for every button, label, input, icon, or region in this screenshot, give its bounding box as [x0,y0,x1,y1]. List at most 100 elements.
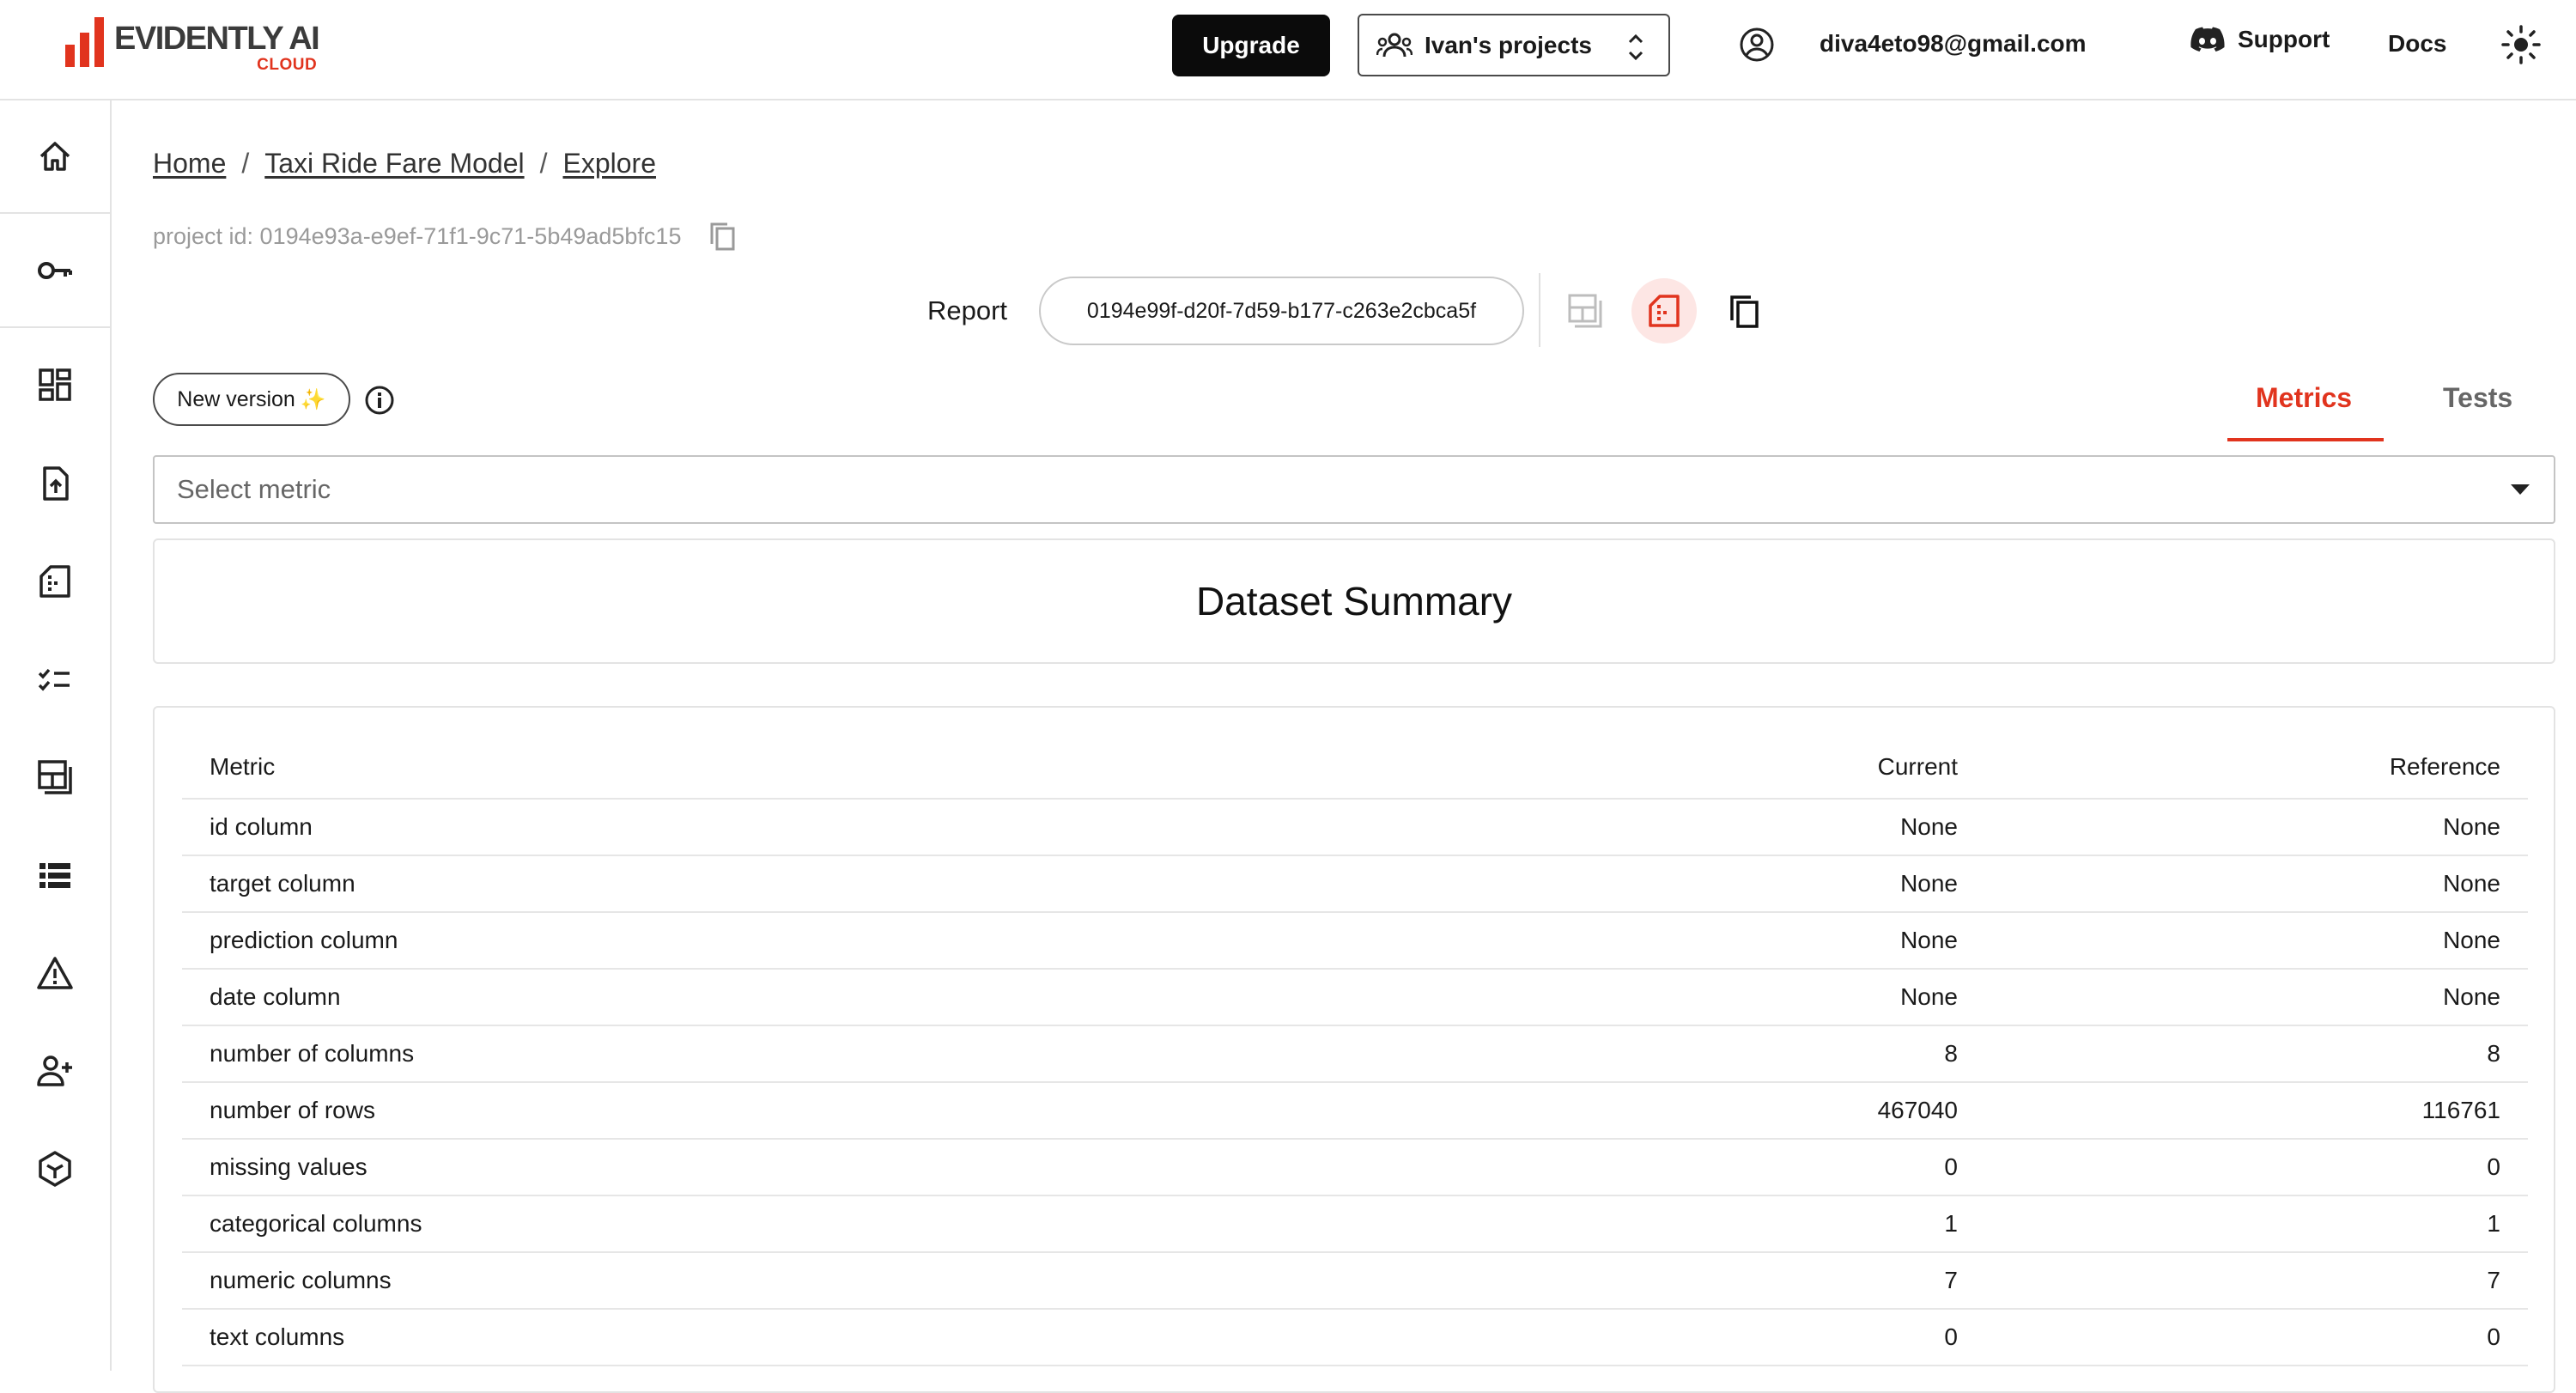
reference-cell: None [1985,969,2528,1026]
dataset-summary-title: Dataset Summary [1195,579,1513,624]
project-selector-label: Ivan's projects [1425,31,1592,58]
breadcrumb-separator: / [241,148,250,179]
dataset-summary-card: Dataset Summary [153,538,2555,664]
sidebar-item-api-keys[interactable] [0,228,110,313]
table-row: prediction column None None [182,912,2528,970]
column-header-reference: Reference [1985,735,2528,800]
reference-cell: None [1985,855,2528,913]
reference-cell: 116761 [1985,1082,2528,1140]
logo-sub: CLOUD [257,56,318,74]
table-header-row: Metric Current Reference [182,735,2528,800]
table-row: missing values 0 0 [182,1139,2528,1196]
sidebar-item-reports[interactable] [0,538,110,624]
select-metric-dropdown[interactable]: Select metric [153,455,2555,524]
current-cell: 7 [1384,1252,1985,1310]
metric-cell: numeric columns [182,1252,1384,1310]
dataset-summary-table-card: Metric Current Reference id column None … [153,706,2555,1393]
panels-icon [1568,294,1602,328]
project-selector[interactable]: Ivan's projects [1358,14,1670,76]
report-view-button[interactable] [1631,278,1697,344]
info-icon[interactable] [364,385,395,416]
tests-icon [38,668,70,691]
sidebar-item-upload[interactable] [0,441,110,526]
table-row: target column None None [182,855,2528,913]
table-row: date column None None [182,969,2528,1026]
new-version-label: New version [177,386,295,411]
report-divider [1539,273,1540,347]
account-icon[interactable] [1739,27,1775,63]
sidebar-divider [0,212,110,214]
select-metric-placeholder: Select metric [177,474,331,504]
new-version-button[interactable]: New version ✨ [153,373,350,426]
project-id: project id: 0194e93a-e9ef-71f1-9c71-5b49… [153,222,682,249]
sparkle-icon: ✨ [300,387,326,411]
table-row: number of rows 467040 116761 [182,1082,2528,1140]
current-cell: None [1384,799,1985,856]
evidently-logo[interactable]: EVIDENTLY AI CLOUD [65,15,320,76]
breadcrumb-home[interactable]: Home [153,148,226,179]
group-icon [1376,33,1413,57]
metric-cell: text columns [182,1309,1384,1366]
panels-icon [38,760,72,794]
reference-cell: 7 [1985,1252,2528,1310]
reference-cell: None [1985,799,2528,856]
support-link[interactable]: Support [2190,26,2330,53]
table-row: categorical columns 1 1 [182,1195,2528,1253]
project-id-row: project id: 0194e93a-e9ef-71f1-9c71-5b49… [153,220,739,252]
reference-cell: 1 [1985,1195,2528,1253]
tab-metrics[interactable]: Metrics [2256,382,2352,414]
metric-cell: date column [182,969,1384,1026]
dashboard-icon [39,368,71,401]
top-bar: EVIDENTLY AI CLOUD Upgrade Ivan's projec… [0,0,2576,100]
metric-cell: target column [182,855,1384,913]
metric-cell: id column [182,799,1384,856]
column-header-metric: Metric [182,735,1384,800]
unfold-icon [1628,33,1643,61]
breadcrumb-explore[interactable]: Explore [562,148,656,179]
metric-cell: number of columns [182,1025,1384,1083]
cube-icon [39,1151,71,1187]
table-row: numeric columns 7 7 [182,1252,2528,1310]
add-user-icon [37,1055,72,1086]
copy-project-id-icon[interactable] [707,220,739,252]
logo-name: EVIDENTLY AI [114,21,320,57]
sidebar-item-dashboard[interactable] [0,342,110,428]
home-icon [39,142,70,171]
copy-icon [1730,295,1759,328]
metric-cell: categorical columns [182,1195,1384,1253]
sidebar-item-home[interactable] [0,113,110,199]
current-cell: None [1384,969,1985,1026]
upload-icon [43,466,69,501]
upgrade-button[interactable]: Upgrade [1172,15,1330,76]
sidebar-item-tests[interactable] [0,636,110,722]
sidebar-item-integrations[interactable] [0,1126,110,1212]
current-cell: 1 [1384,1195,1985,1253]
dashboard-view-button[interactable] [1552,278,1618,344]
theme-toggle-sun-icon[interactable] [2501,25,2541,64]
reference-cell: 0 [1985,1309,2528,1366]
copy-report-id-button[interactable] [1712,278,1777,344]
current-cell: 0 [1384,1139,1985,1196]
sidebar-item-panels[interactable] [0,734,110,820]
alert-icon [37,957,73,989]
support-label: Support [2238,26,2330,52]
report-icon [1649,295,1680,327]
current-cell: 467040 [1384,1082,1985,1140]
docs-link[interactable]: Docs [2388,30,2446,58]
table-row: id column None None [182,799,2528,856]
sidebar-item-datasets[interactable] [0,832,110,918]
sidebar-item-invite-user[interactable] [0,1028,110,1114]
report-id-select[interactable]: 0194e99f-d20f-7d59-b177-c263e2cbca5f [1039,277,1524,345]
key-icon [38,262,72,279]
list-icon [39,863,70,888]
current-cell: None [1384,855,1985,913]
metric-cell: missing values [182,1139,1384,1196]
sidebar [0,100,112,1371]
breadcrumb-project[interactable]: Taxi Ride Fare Model [264,148,524,179]
tab-tests[interactable]: Tests [2443,382,2512,414]
sidebar-item-alerts[interactable] [0,930,110,1016]
table-row: text columns 0 0 [182,1309,2528,1366]
reference-cell: None [1985,912,2528,970]
discord-icon [2190,27,2225,52]
dataset-summary-table: Metric Current Reference id column None … [182,735,2528,1366]
